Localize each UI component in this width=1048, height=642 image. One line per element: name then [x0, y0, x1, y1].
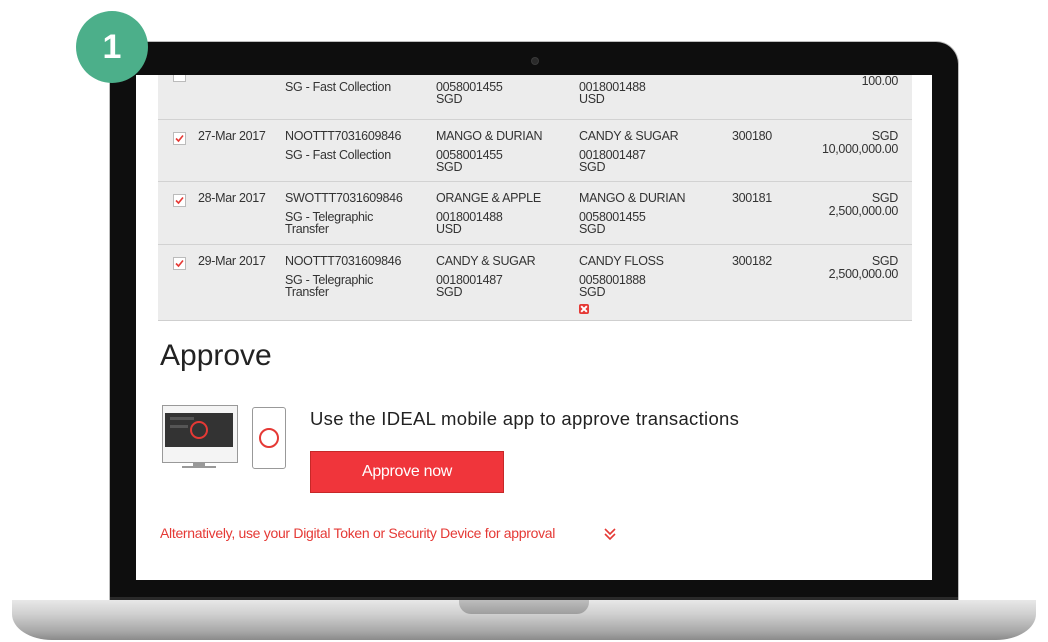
laptop-camera	[532, 58, 538, 64]
row-type-line2: Transfer	[285, 285, 329, 299]
row-reference: NOOTTT7031609846	[285, 254, 402, 268]
row-to-currency: SGD	[579, 222, 606, 236]
laptop-screen: SG - Fast Collection 0058001455 SGD 0018001…	[136, 75, 932, 580]
row-currency: SGD	[871, 191, 898, 205]
table-row: 28-Mar 2017 SWOTTT7031609846 ORANGE & APPL…	[158, 181, 912, 244]
approve-now-button[interactable]: Approve now	[310, 451, 504, 493]
row-from-currency: SGD	[436, 285, 463, 299]
row-from-name: CANDY & SUGAR	[436, 254, 536, 268]
row-reference: NOOTTT7031609846	[285, 129, 402, 143]
row-to-currency: SGD	[579, 160, 606, 174]
row-type: SG - Fast Collection	[285, 80, 391, 94]
table-row: SG - Fast Collection 0058001455 SGD 0018001…	[158, 75, 912, 119]
checkmark-icon	[175, 196, 184, 205]
row-reference: SWOTTT7031609846	[285, 191, 403, 205]
row-to-currency: USD	[579, 92, 605, 106]
row-amount: 2,500,000.00	[828, 267, 899, 281]
checkmark-icon	[175, 259, 184, 268]
row-checkbox[interactable]	[173, 132, 186, 145]
row-batch: 300181	[732, 191, 772, 205]
transactions-table: SG - Fast Collection 0058001455 SGD 0018001…	[158, 75, 912, 321]
row-currency: SGD	[871, 129, 898, 143]
row-date: 27-Mar 2017	[198, 129, 266, 143]
row-to-name: CANDY & SUGAR	[579, 129, 679, 143]
error-icon	[579, 304, 589, 314]
row-date: 28-Mar 2017	[198, 191, 266, 205]
row-from-name: MANGO & DURIAN	[436, 129, 543, 143]
table-row: 29-Mar 2017 NOOTTT7031609846 CANDY & SUGAR…	[158, 244, 912, 320]
monitor-approve-icon	[162, 405, 238, 468]
row-to-name: MANGO & DURIAN	[579, 191, 686, 205]
row-from-currency: SGD	[436, 92, 463, 106]
row-currency: SGD	[871, 254, 898, 268]
row-type-line2: Transfer	[285, 222, 329, 236]
row-to-name: CANDY FLOSS	[579, 254, 664, 268]
row-amount: 100.00	[861, 75, 899, 88]
laptop-base-notch	[459, 600, 589, 614]
checkmark-icon	[175, 134, 184, 143]
row-batch: 300182	[732, 254, 772, 268]
row-checkbox[interactable]	[173, 257, 186, 270]
alternative-approval-link[interactable]: Alternatively, use your Digital Token or…	[160, 525, 555, 541]
row-checkbox[interactable]	[173, 194, 186, 207]
row-type: SG - Fast Collection	[285, 148, 391, 162]
approve-title: Approve	[160, 339, 272, 372]
row-from-name: ORANGE & APPLE	[436, 191, 541, 205]
double-chevron-down-icon[interactable]	[603, 527, 617, 541]
row-amount: 2,500,000.00	[828, 204, 899, 218]
phone-approve-icon	[252, 407, 286, 469]
row-batch: 300180	[732, 129, 772, 143]
row-date: 29-Mar 2017	[198, 254, 266, 268]
row-amount: 10,000,000.00	[821, 142, 898, 156]
row-from-currency: SGD	[436, 160, 463, 174]
row-checkbox[interactable]	[173, 75, 186, 82]
row-to-currency: SGD	[579, 285, 606, 299]
approve-description: Use the IDEAL mobile app to approve tran…	[310, 408, 740, 429]
row-from-currency: USD	[436, 222, 462, 236]
step-badge: 1	[76, 11, 148, 83]
table-row: 27-Mar 2017 NOOTTT7031609846 MANGO & DURIA…	[158, 119, 912, 181]
